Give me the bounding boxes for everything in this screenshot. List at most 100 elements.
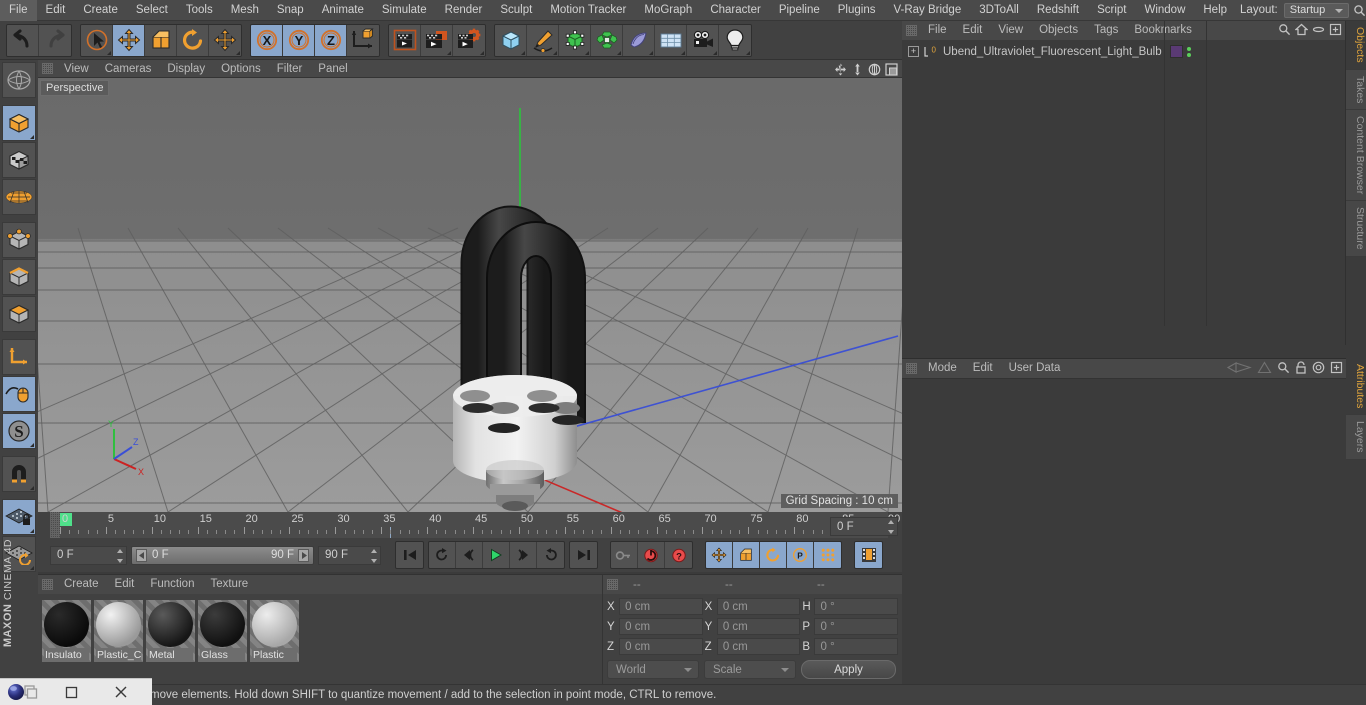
menu-item-redshift[interactable]: Redshift bbox=[1028, 0, 1088, 21]
material-menu-texture[interactable]: Texture bbox=[202, 575, 256, 594]
timeline-range-slider[interactable]: 0 F 90 F bbox=[131, 545, 314, 565]
add-panel-icon[interactable] bbox=[1330, 361, 1343, 374]
polygons-mode-button[interactable] bbox=[2, 296, 36, 332]
autokeying-button[interactable] bbox=[638, 542, 665, 568]
x-axis-lock-button[interactable]: X bbox=[251, 24, 283, 56]
timeline-ruler[interactable]: 051015202530354045505560657075808590 bbox=[50, 512, 900, 538]
attribute-menu-user-data[interactable]: User Data bbox=[1001, 359, 1069, 378]
menu-item-pipeline[interactable]: Pipeline bbox=[770, 0, 829, 21]
apply-button[interactable]: Apply bbox=[801, 660, 896, 679]
material-swatch[interactable]: Insulato bbox=[42, 600, 91, 662]
menu-item-simulate[interactable]: Simulate bbox=[373, 0, 436, 21]
deformer-points-button[interactable] bbox=[2, 179, 36, 215]
menu-item-create[interactable]: Create bbox=[74, 0, 127, 21]
restore-window-button[interactable] bbox=[46, 679, 96, 705]
previous-attribute-icon[interactable] bbox=[1226, 361, 1252, 374]
texture-mode-button[interactable] bbox=[2, 142, 36, 178]
record-active-objects-button[interactable] bbox=[611, 542, 638, 568]
floor-button[interactable] bbox=[655, 24, 687, 56]
timeline-right-frame-field[interactable]: 0 F bbox=[830, 517, 898, 536]
grip-handle-icon[interactable] bbox=[50, 512, 60, 538]
object-menu-edit[interactable]: Edit bbox=[955, 21, 991, 40]
menu-item-tools[interactable]: Tools bbox=[177, 0, 222, 21]
menu-item-vray-bridge[interactable]: V-Ray Bridge bbox=[884, 0, 970, 21]
primitive-cube-button[interactable] bbox=[495, 24, 527, 56]
play-loop-button[interactable] bbox=[537, 542, 564, 568]
object-row-light-bulb[interactable]: + 0 Ubend_Ultraviolet_Fluorescent_Light_… bbox=[902, 42, 1345, 61]
search-icon[interactable] bbox=[1277, 361, 1290, 374]
end-frame-field[interactable]: 90 F bbox=[318, 545, 381, 565]
environment-button[interactable] bbox=[623, 24, 655, 56]
generator-button[interactable] bbox=[559, 24, 591, 56]
object-axis-button[interactable] bbox=[2, 339, 36, 375]
object-menu-objects[interactable]: Objects bbox=[1031, 21, 1086, 40]
material-menu-function[interactable]: Function bbox=[142, 575, 202, 594]
material-swatch[interactable]: Plastic_C bbox=[94, 600, 143, 662]
add-panel-icon[interactable] bbox=[1329, 23, 1342, 36]
coordinate-rotation-field[interactable]: 0 ° bbox=[814, 598, 899, 615]
pan-icon[interactable] bbox=[833, 62, 847, 76]
y-axis-lock-button[interactable]: Y bbox=[283, 24, 315, 56]
close-window-button[interactable] bbox=[96, 679, 146, 705]
position-keyframe-toggle[interactable] bbox=[706, 542, 733, 568]
workplane-lock-button[interactable] bbox=[2, 499, 36, 535]
next-attribute-icon[interactable] bbox=[1257, 361, 1272, 374]
menu-item-window[interactable]: Window bbox=[1135, 0, 1194, 21]
rotation-keyframe-toggle[interactable] bbox=[760, 542, 787, 568]
menu-item-select[interactable]: Select bbox=[127, 0, 177, 21]
deformer-button[interactable] bbox=[591, 24, 623, 56]
menu-item-render[interactable]: Render bbox=[436, 0, 492, 21]
material-tag-icon[interactable] bbox=[1170, 45, 1183, 58]
points-mode-button[interactable] bbox=[2, 222, 36, 258]
menu-item-motion-tracker[interactable]: Motion Tracker bbox=[541, 0, 635, 21]
maximize-icon[interactable] bbox=[884, 62, 898, 76]
pla-keyframe-toggle[interactable] bbox=[814, 542, 841, 568]
spline-pen-button[interactable] bbox=[527, 24, 559, 56]
viewport-3d-canvas[interactable]: Perspective Grid Spacing : 10 cm Y X Z bbox=[38, 78, 902, 512]
timeline-ruler-inner[interactable]: 051015202530354045505560657075808590 bbox=[60, 512, 900, 538]
undo-button[interactable] bbox=[7, 24, 39, 56]
material-swatch[interactable]: Glass bbox=[198, 600, 247, 662]
menu-item-help[interactable]: Help bbox=[1194, 0, 1236, 21]
tab-attributes[interactable]: Attributes bbox=[1346, 358, 1366, 416]
render-view-button[interactable] bbox=[389, 24, 421, 56]
attribute-menu-edit[interactable]: Edit bbox=[965, 359, 1001, 378]
enable-snap-button[interactable]: S bbox=[2, 413, 36, 449]
layout-select[interactable]: Startup bbox=[1283, 2, 1349, 18]
viewport-menu-view[interactable]: View bbox=[56, 60, 97, 78]
menu-item-3dtoall[interactable]: 3DToAll bbox=[970, 0, 1028, 21]
search-icon[interactable] bbox=[1353, 2, 1366, 19]
attribute-menu-mode[interactable]: Mode bbox=[920, 359, 965, 378]
menu-item-animate[interactable]: Animate bbox=[313, 0, 373, 21]
coordinate-system-dropdown[interactable]: World bbox=[607, 660, 699, 679]
range-right-arrow-icon[interactable] bbox=[298, 548, 309, 562]
keyframe-selection-button[interactable]: ? bbox=[665, 542, 692, 568]
material-swatch[interactable]: Metal bbox=[146, 600, 195, 662]
spinner-icon[interactable] bbox=[370, 548, 377, 563]
coordinate-position-field[interactable]: 0 cm bbox=[619, 598, 703, 615]
menu-item-script[interactable]: Script bbox=[1088, 0, 1135, 21]
menu-item-mesh[interactable]: Mesh bbox=[222, 0, 268, 21]
live-selection-button[interactable] bbox=[81, 24, 113, 56]
lock-icon[interactable] bbox=[1295, 361, 1307, 374]
menu-item-mograph[interactable]: MoGraph bbox=[635, 0, 701, 21]
material-menu-edit[interactable]: Edit bbox=[107, 575, 143, 594]
grip-handle-icon[interactable] bbox=[906, 25, 917, 36]
edges-mode-button[interactable] bbox=[2, 259, 36, 295]
scale-keyframe-toggle[interactable] bbox=[733, 542, 760, 568]
camera-button[interactable] bbox=[687, 24, 719, 56]
menu-item-character[interactable]: Character bbox=[701, 0, 770, 21]
viewport-solo-button[interactable] bbox=[2, 376, 36, 412]
coordinate-rotation-field[interactable]: 0 ° bbox=[814, 618, 899, 635]
rotate-tool-button[interactable] bbox=[177, 24, 209, 56]
viewport-menu-options[interactable]: Options bbox=[213, 60, 269, 78]
menu-item-plugins[interactable]: Plugins bbox=[829, 0, 885, 21]
material-menu-create[interactable]: Create bbox=[56, 575, 107, 594]
light-button[interactable] bbox=[719, 24, 751, 56]
move-tool-button[interactable] bbox=[113, 24, 145, 56]
make-editable-button[interactable] bbox=[2, 62, 36, 98]
magnet-button[interactable] bbox=[2, 456, 36, 492]
viewport-menu-display[interactable]: Display bbox=[159, 60, 213, 78]
target-icon[interactable] bbox=[1312, 361, 1325, 374]
ellipse-icon[interactable] bbox=[1312, 23, 1325, 36]
